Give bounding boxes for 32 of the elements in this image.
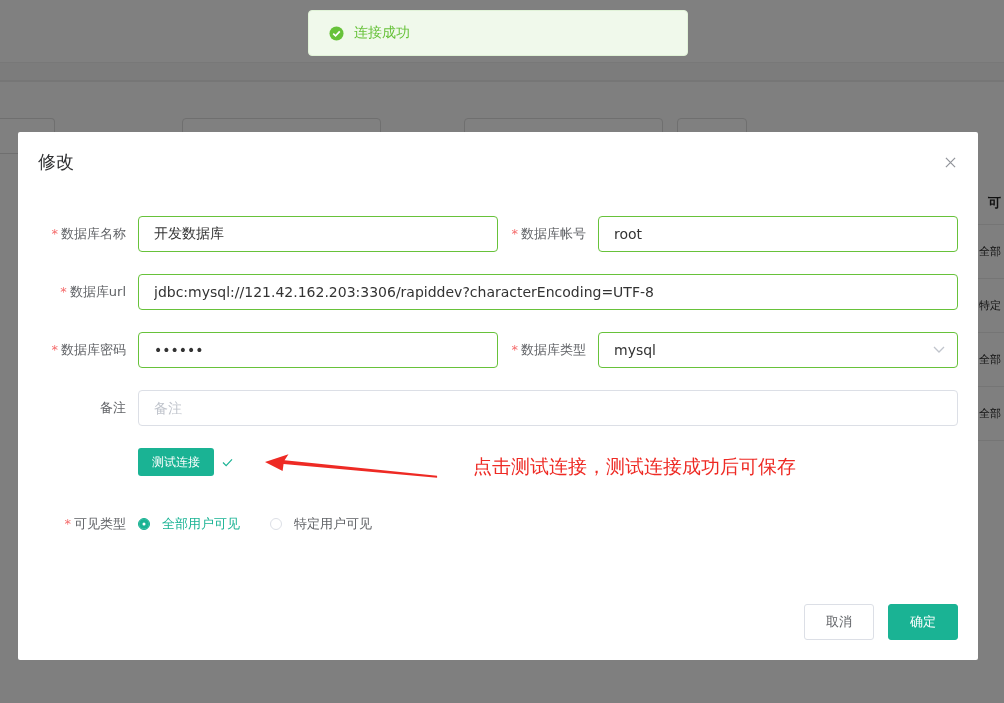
required-mark: * bbox=[51, 226, 58, 241]
required-mark: * bbox=[511, 226, 518, 241]
input-field[interactable]: 开发数据库 bbox=[138, 216, 498, 252]
required-mark: * bbox=[511, 342, 518, 357]
required-mark: * bbox=[51, 342, 58, 357]
chevron-icon bbox=[933, 346, 945, 354]
field-label: 数据库密码 bbox=[61, 342, 126, 357]
input-field[interactable]: •••••• bbox=[138, 332, 498, 368]
field-label: 备注 bbox=[100, 400, 126, 415]
select-field[interactable]: mysql bbox=[598, 332, 958, 368]
table-cell: 全部 bbox=[979, 352, 1001, 367]
dialog-title: 修改 bbox=[38, 150, 74, 174]
column-header: 可 bbox=[988, 194, 1001, 212]
field-label: 数据库url bbox=[69, 284, 126, 299]
required-mark: * bbox=[60, 284, 67, 299]
required-mark: * bbox=[64, 516, 71, 531]
check-circle-icon bbox=[329, 25, 344, 41]
radio-option[interactable]: 特定用户可见 bbox=[270, 515, 372, 533]
field-label: 数据库帐号 bbox=[521, 226, 586, 241]
cancel-button[interactable]: 取消 bbox=[804, 604, 874, 640]
input-field[interactable]: jdbc:mysql://121.42.162.203:3306/rapiddev?characterEncoding=UTF-8 bbox=[138, 274, 958, 310]
toast-message: 连接成功 bbox=[354, 24, 410, 42]
field-label: 数据库类型 bbox=[521, 342, 586, 357]
close-icon[interactable] bbox=[945, 156, 956, 168]
input-field[interactable]: 备注 bbox=[138, 390, 958, 426]
table-cell: 特定 bbox=[979, 298, 1001, 313]
annotation-text: 点击测试连接，测试连接成功后可保存 bbox=[473, 454, 796, 479]
field-label: 可见类型 bbox=[74, 516, 126, 531]
input-field[interactable]: root bbox=[598, 216, 958, 252]
field-label: 数据库名称 bbox=[61, 226, 126, 241]
table-cell: 全部 bbox=[979, 244, 1001, 259]
table-cell: 全部 bbox=[979, 406, 1001, 421]
